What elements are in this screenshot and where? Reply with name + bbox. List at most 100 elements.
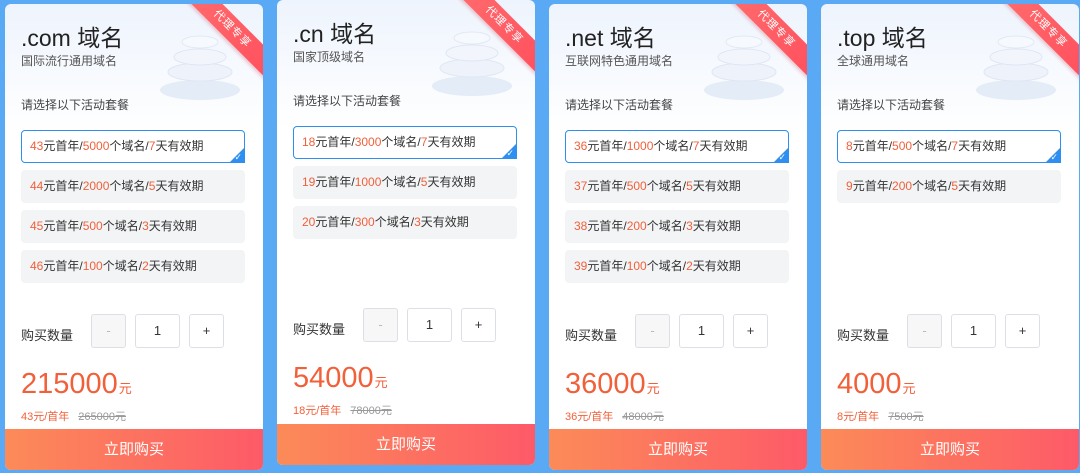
option-price: 8: [846, 139, 853, 153]
checkmark-icon: ✓: [778, 152, 786, 162]
quantity-input[interactable]: 1: [135, 314, 180, 348]
package-option[interactable]: 19元首年/1000个域名/5天有效期✓: [293, 166, 517, 199]
unit-price: 8元/首年: [837, 411, 880, 423]
package-option[interactable]: 20元首年/300个域名/3天有效期✓: [293, 206, 517, 239]
option-days: 3: [142, 219, 149, 233]
total-price: 36000元: [565, 368, 660, 401]
total-price: 54000元: [293, 362, 388, 395]
option-count: 500: [892, 139, 913, 153]
currency-unit: 元: [118, 381, 132, 396]
original-price: 265000元: [78, 411, 127, 423]
increase-button[interactable]: +: [461, 308, 496, 342]
price-detail: 43元/首年 265000元: [21, 408, 126, 424]
total-amount: 4000: [837, 368, 902, 400]
quantity-stepper: - 1 +: [635, 314, 768, 348]
option-count: 500: [82, 219, 103, 233]
checkmark-icon: ✓: [506, 148, 514, 158]
quantity-input[interactable]: 1: [407, 308, 452, 342]
checkmark-icon: ✓: [234, 152, 242, 162]
package-option[interactable]: 44元首年/2000个域名/5天有效期✓: [21, 170, 245, 203]
package-options: 36元首年/1000个域名/7天有效期✓ 37元首年/500个域名/5天有效期✓ 3…: [565, 130, 789, 290]
quantity-input[interactable]: 1: [951, 314, 996, 348]
decrease-button[interactable]: -: [91, 314, 126, 348]
package-options: 43元首年/5000个域名/7天有效期✓ 44元首年/2000个域名/5天有效期✓…: [21, 130, 245, 290]
option-days: 7: [692, 139, 700, 153]
decrease-button[interactable]: -: [907, 314, 942, 348]
price-detail: 36元/首年 48000元: [565, 408, 664, 424]
package-hint: 请选择以下活动套餐: [21, 98, 130, 112]
option-count: 3000: [354, 135, 382, 149]
quantity-input[interactable]: 1: [679, 314, 724, 348]
package-hint: 请选择以下活动套餐: [565, 98, 674, 112]
domain-card-net: 代理专享 .net 域名 互联网特色通用域名 请选择以下活动套餐 36元首年/1…: [549, 4, 807, 470]
original-price: 78000元: [350, 405, 392, 417]
package-option[interactable]: 43元首年/5000个域名/7天有效期 ✓: [21, 130, 245, 163]
option-count: 100: [82, 259, 103, 273]
increase-button[interactable]: +: [1005, 314, 1040, 348]
option-days: 3: [686, 219, 693, 233]
package-option[interactable]: 45元首年/500个域名/3天有效期✓: [21, 210, 245, 243]
option-price: 43: [30, 139, 44, 153]
increase-button[interactable]: +: [189, 314, 224, 348]
package-option[interactable]: 8元首年/500个域名/7天有效期 ✓: [837, 130, 1061, 163]
buy-now-button[interactable]: 立即购买: [277, 424, 535, 465]
buy-now-button[interactable]: 立即购买: [5, 429, 263, 470]
option-count: 1000: [626, 139, 654, 153]
option-days: 7: [951, 139, 959, 153]
card-title: .net 域名: [565, 25, 656, 51]
domain-card-top: 代理专享 .top 域名 全球通用域名 请选择以下活动套餐 8元首年/500个域…: [821, 4, 1079, 470]
decrease-button[interactable]: -: [635, 314, 670, 348]
unit-price: 18元/首年: [293, 405, 342, 417]
package-options: 18元首年/3000个域名/7天有效期✓ 19元首年/1000个域名/5天有效期✓…: [293, 126, 517, 246]
option-price: 20: [302, 215, 316, 229]
package-option[interactable]: 9元首年/200个域名/5天有效期✓: [837, 170, 1061, 203]
package-option[interactable]: 46元首年/100个域名/2天有效期✓: [21, 250, 245, 283]
option-count: 2000: [82, 179, 110, 193]
option-count: 100: [626, 259, 647, 273]
increase-button[interactable]: +: [733, 314, 768, 348]
package-hint: 请选择以下活动套餐: [837, 98, 946, 112]
package-option[interactable]: 37元首年/500个域名/5天有效期✓: [565, 170, 789, 203]
option-count: 300: [354, 215, 375, 229]
option-days: 2: [142, 259, 149, 273]
option-days: 5: [420, 175, 428, 189]
price-detail: 18元/首年 78000元: [293, 402, 392, 418]
option-price: 38: [574, 219, 588, 233]
option-price: 9: [846, 179, 853, 193]
total-amount: 36000: [565, 368, 646, 400]
option-price: 39: [574, 259, 588, 273]
option-count: 200: [892, 179, 913, 193]
package-option[interactable]: 36元首年/1000个域名/7天有效期 ✓: [565, 130, 789, 163]
option-days: 5: [686, 179, 693, 193]
buy-now-button[interactable]: 立即购买: [821, 429, 1079, 470]
option-count: 5000: [82, 139, 110, 153]
option-count: 200: [626, 219, 647, 233]
option-price: 46: [30, 259, 44, 273]
price-detail: 8元/首年 7500元: [837, 408, 924, 424]
package-hint: 请选择以下活动套餐: [293, 94, 402, 108]
package-option[interactable]: 39元首年/100个域名/2天有效期✓: [565, 250, 789, 283]
card-subtitle: 国际流行通用域名: [21, 54, 118, 68]
currency-unit: 元: [374, 375, 388, 390]
option-price: 18: [302, 135, 316, 149]
card-subtitle: 国家顶级域名: [293, 50, 366, 64]
card-title: .cn 域名: [293, 21, 377, 47]
quantity-label: 购买数量: [293, 322, 346, 337]
total-price: 4000元: [837, 368, 916, 401]
package-option[interactable]: 18元首年/3000个域名/7天有效期 ✓: [293, 126, 517, 159]
buy-now-button[interactable]: 立即购买: [549, 429, 807, 470]
total-price: 215000元: [21, 368, 132, 401]
option-days: 5: [148, 179, 156, 193]
option-price: 36: [574, 139, 588, 153]
card-title: .com 域名: [21, 25, 124, 51]
quantity-label: 购买数量: [21, 328, 74, 343]
option-days: 7: [420, 135, 428, 149]
option-count: 1000: [354, 175, 382, 189]
option-days: 7: [148, 139, 156, 153]
package-option[interactable]: 38元首年/200个域名/3天有效期✓: [565, 210, 789, 243]
currency-unit: 元: [902, 381, 916, 396]
original-price: 48000元: [622, 411, 664, 423]
option-days: 2: [686, 259, 693, 273]
total-amount: 54000: [293, 362, 374, 394]
decrease-button[interactable]: -: [363, 308, 398, 342]
